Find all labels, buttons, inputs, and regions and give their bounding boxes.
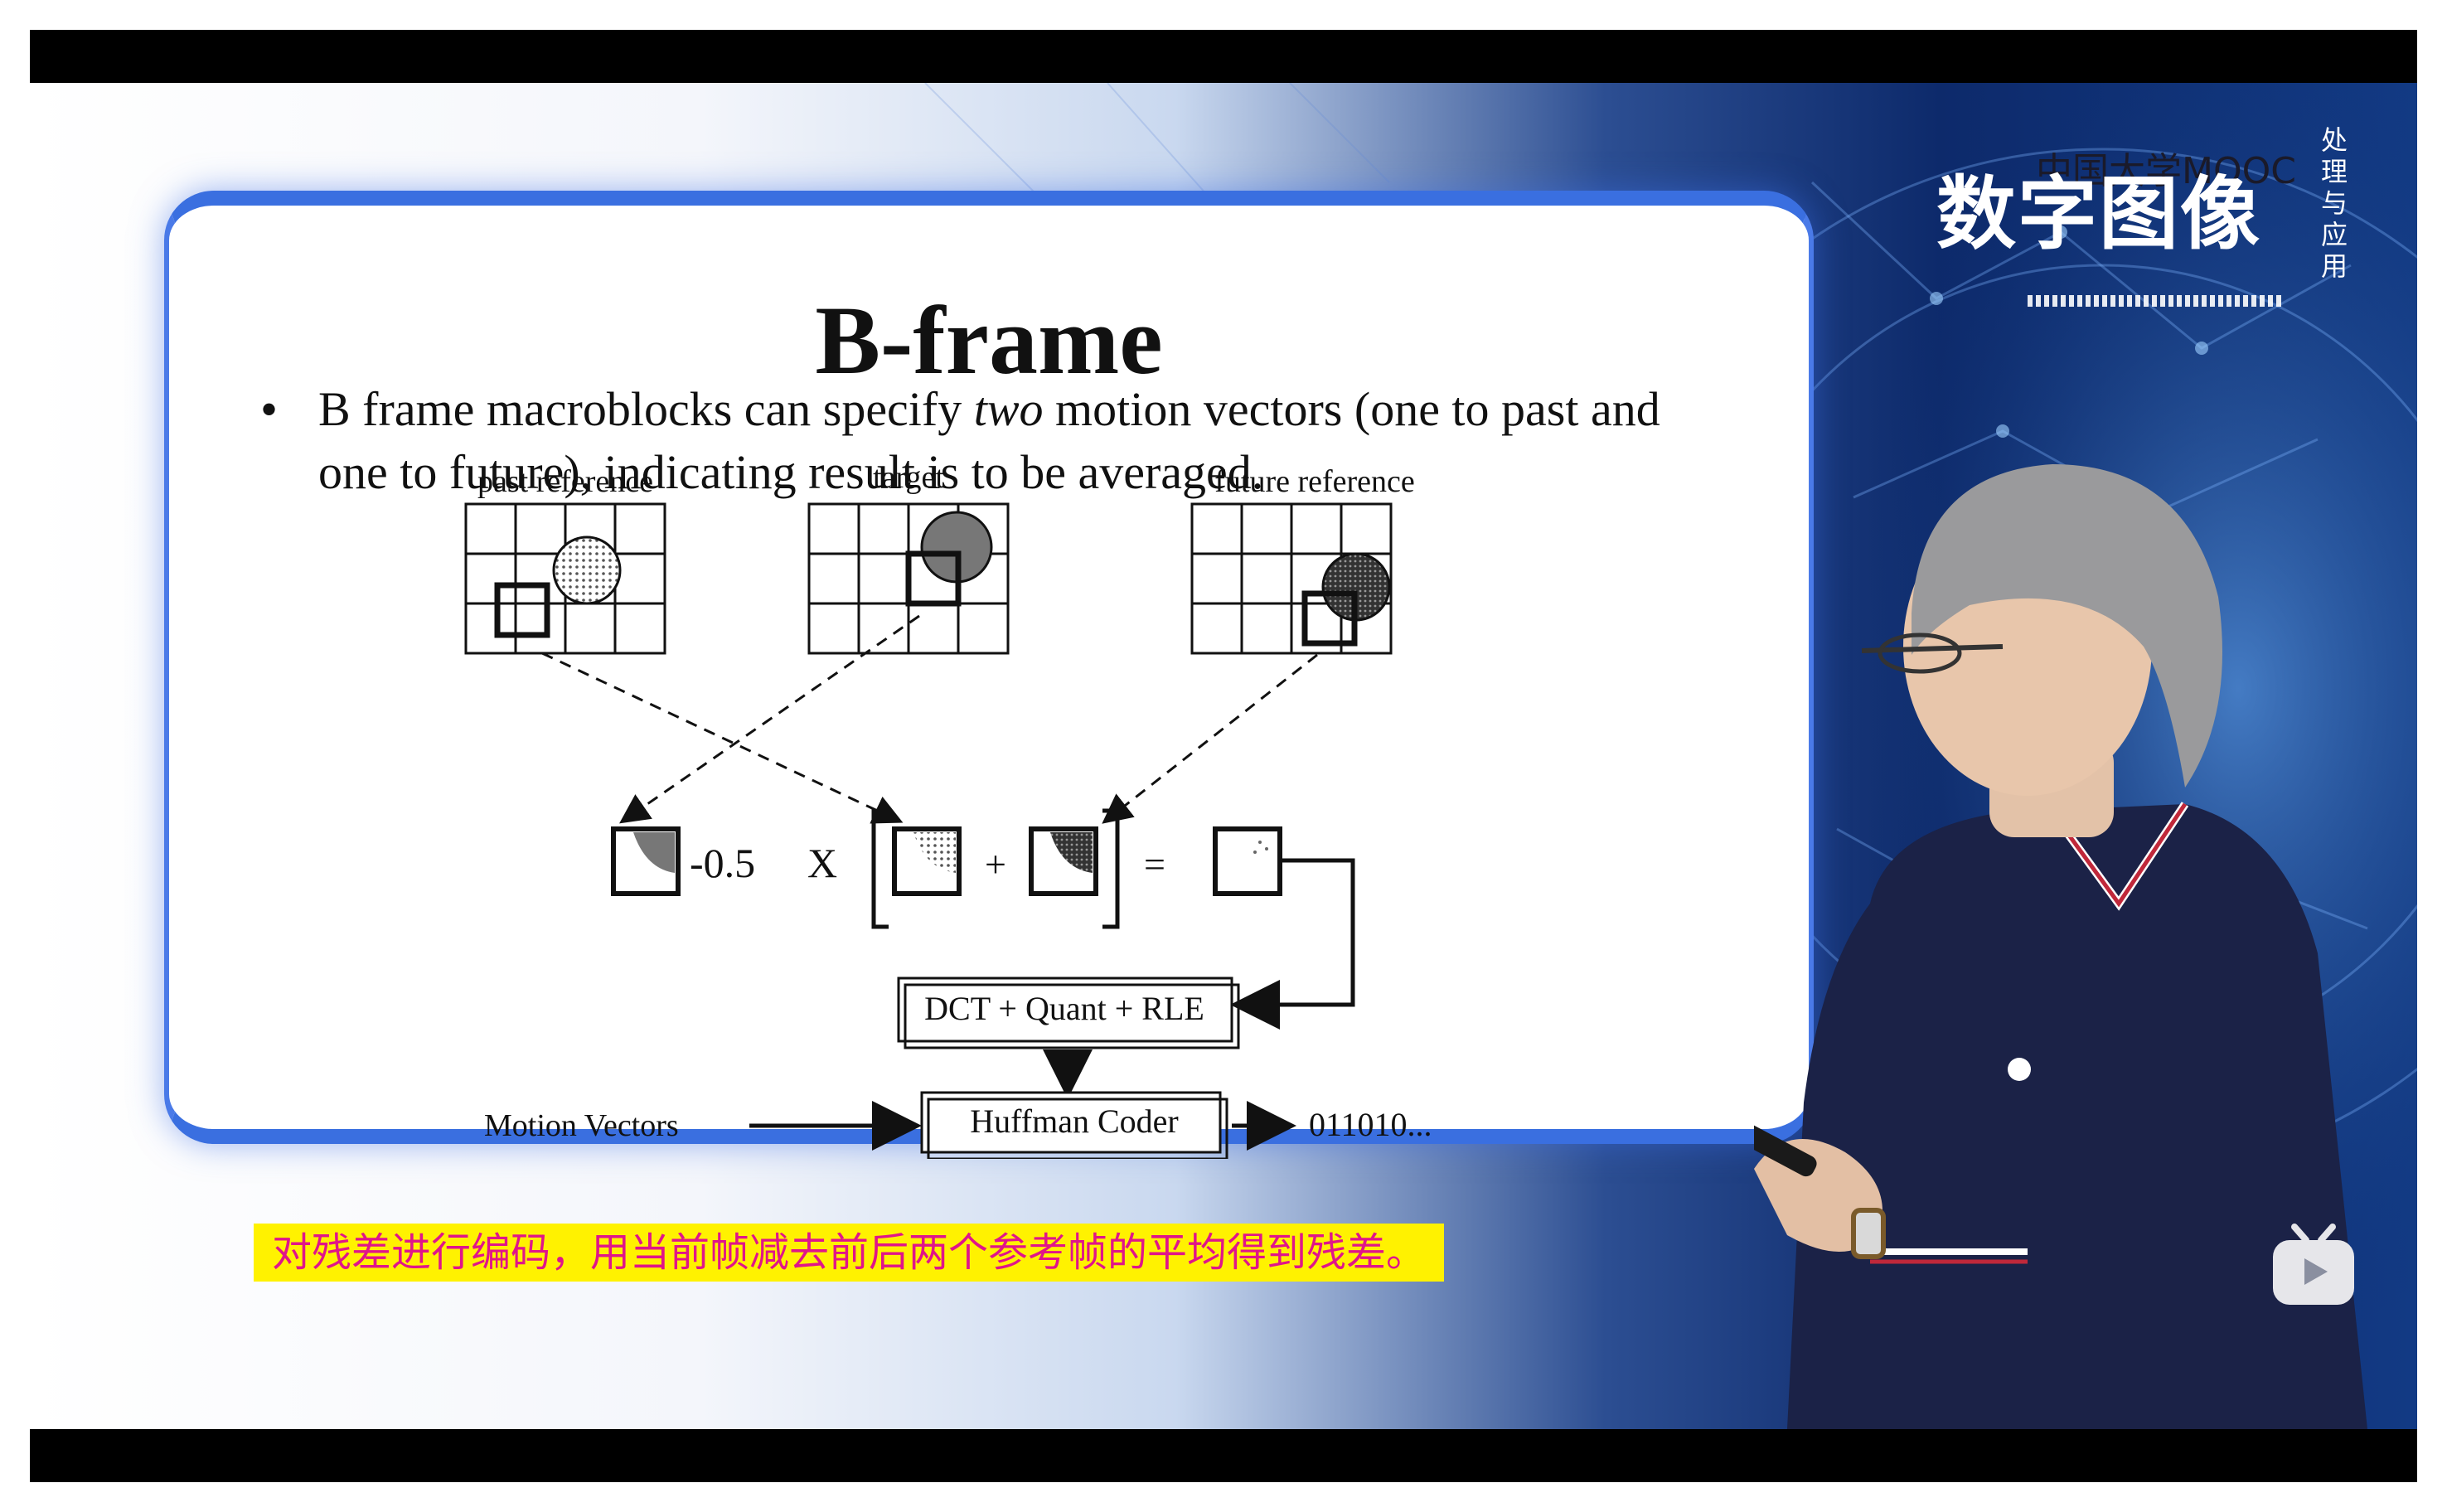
subtitle-caption: 对残差进行编码，用当前帧减去前后两个参考帧的平均得到残差。 <box>254 1224 1445 1282</box>
video-frame: 中国大学MOOC 数字图像 处理与应用 B-frame • B frame ma… <box>30 83 2417 1429</box>
dct-box-label: DCT + Quant + RLE <box>924 990 1204 1027</box>
label-target: target <box>873 460 944 495</box>
past-reference-grid <box>464 502 666 655</box>
plus-symbol: + <box>985 843 1006 885</box>
video-player[interactable]: 中国大学MOOC 数字图像 处理与应用 B-frame • B frame ma… <box>30 30 2417 1482</box>
bracket-left <box>871 808 889 929</box>
wrist-watch <box>1851 1208 1886 1259</box>
label-past-reference: past reference <box>477 464 653 499</box>
course-subtitle-logo: 处理与应用 <box>2320 124 2348 282</box>
output-bits: 011010... <box>1309 1106 1432 1143</box>
course-title-logo: 数字图像 <box>1936 167 2261 260</box>
future-reference-grid <box>1190 502 1393 655</box>
future-block <box>1029 826 1098 896</box>
equals-symbol: = <box>1144 843 1165 885</box>
bframe-diagram: past reference target future reference -… <box>464 460 1432 1159</box>
course-logo: 中国大学MOOC 数字图像 处理与应用 <box>1936 124 2367 340</box>
motion-vectors-label: Motion Vectors <box>484 1108 679 1143</box>
bilibili-tv-icon[interactable] <box>2268 1219 2359 1310</box>
slide-panel: B-frame • B frame macroblocks can specif… <box>164 191 1814 1159</box>
presenter-shirt <box>1787 804 2367 1429</box>
bracket-right <box>1102 808 1120 929</box>
motion-vector-lines <box>541 614 1318 824</box>
huffman-box-label: Huffman Coder <box>970 1102 1178 1140</box>
multiply-symbol: X <box>807 840 837 886</box>
coefficient-text: -0.5 <box>690 840 755 886</box>
target-block <box>611 826 681 896</box>
residual-block <box>1213 826 1282 896</box>
logo-decoration <box>2028 295 2285 307</box>
target-grid <box>807 502 1010 655</box>
shirt-logo <box>2008 1058 2031 1081</box>
label-future-reference: future reference <box>1214 464 1415 499</box>
past-block <box>892 826 962 896</box>
